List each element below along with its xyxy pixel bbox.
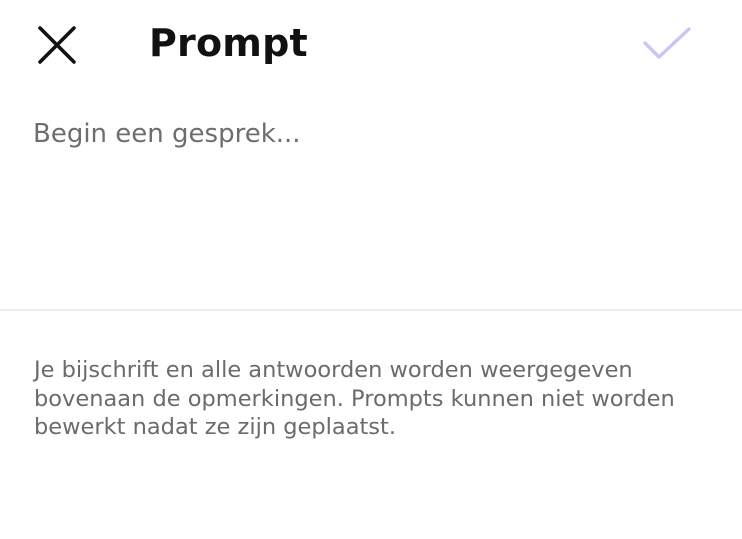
divider xyxy=(0,309,742,311)
info-notice: Je bijschrift en alle antwoorden worden … xyxy=(34,357,675,440)
prompt-screen: Prompt Je bijschrift en alle antwoorden … xyxy=(0,0,742,539)
prompt-area xyxy=(0,100,742,308)
page-title: Prompt xyxy=(149,21,308,65)
checkmark-icon xyxy=(643,27,691,59)
prompt-input[interactable] xyxy=(33,114,713,294)
close-button[interactable] xyxy=(30,20,84,70)
confirm-button[interactable] xyxy=(636,18,698,68)
header-bar: Prompt xyxy=(0,0,742,90)
close-icon xyxy=(38,26,76,64)
